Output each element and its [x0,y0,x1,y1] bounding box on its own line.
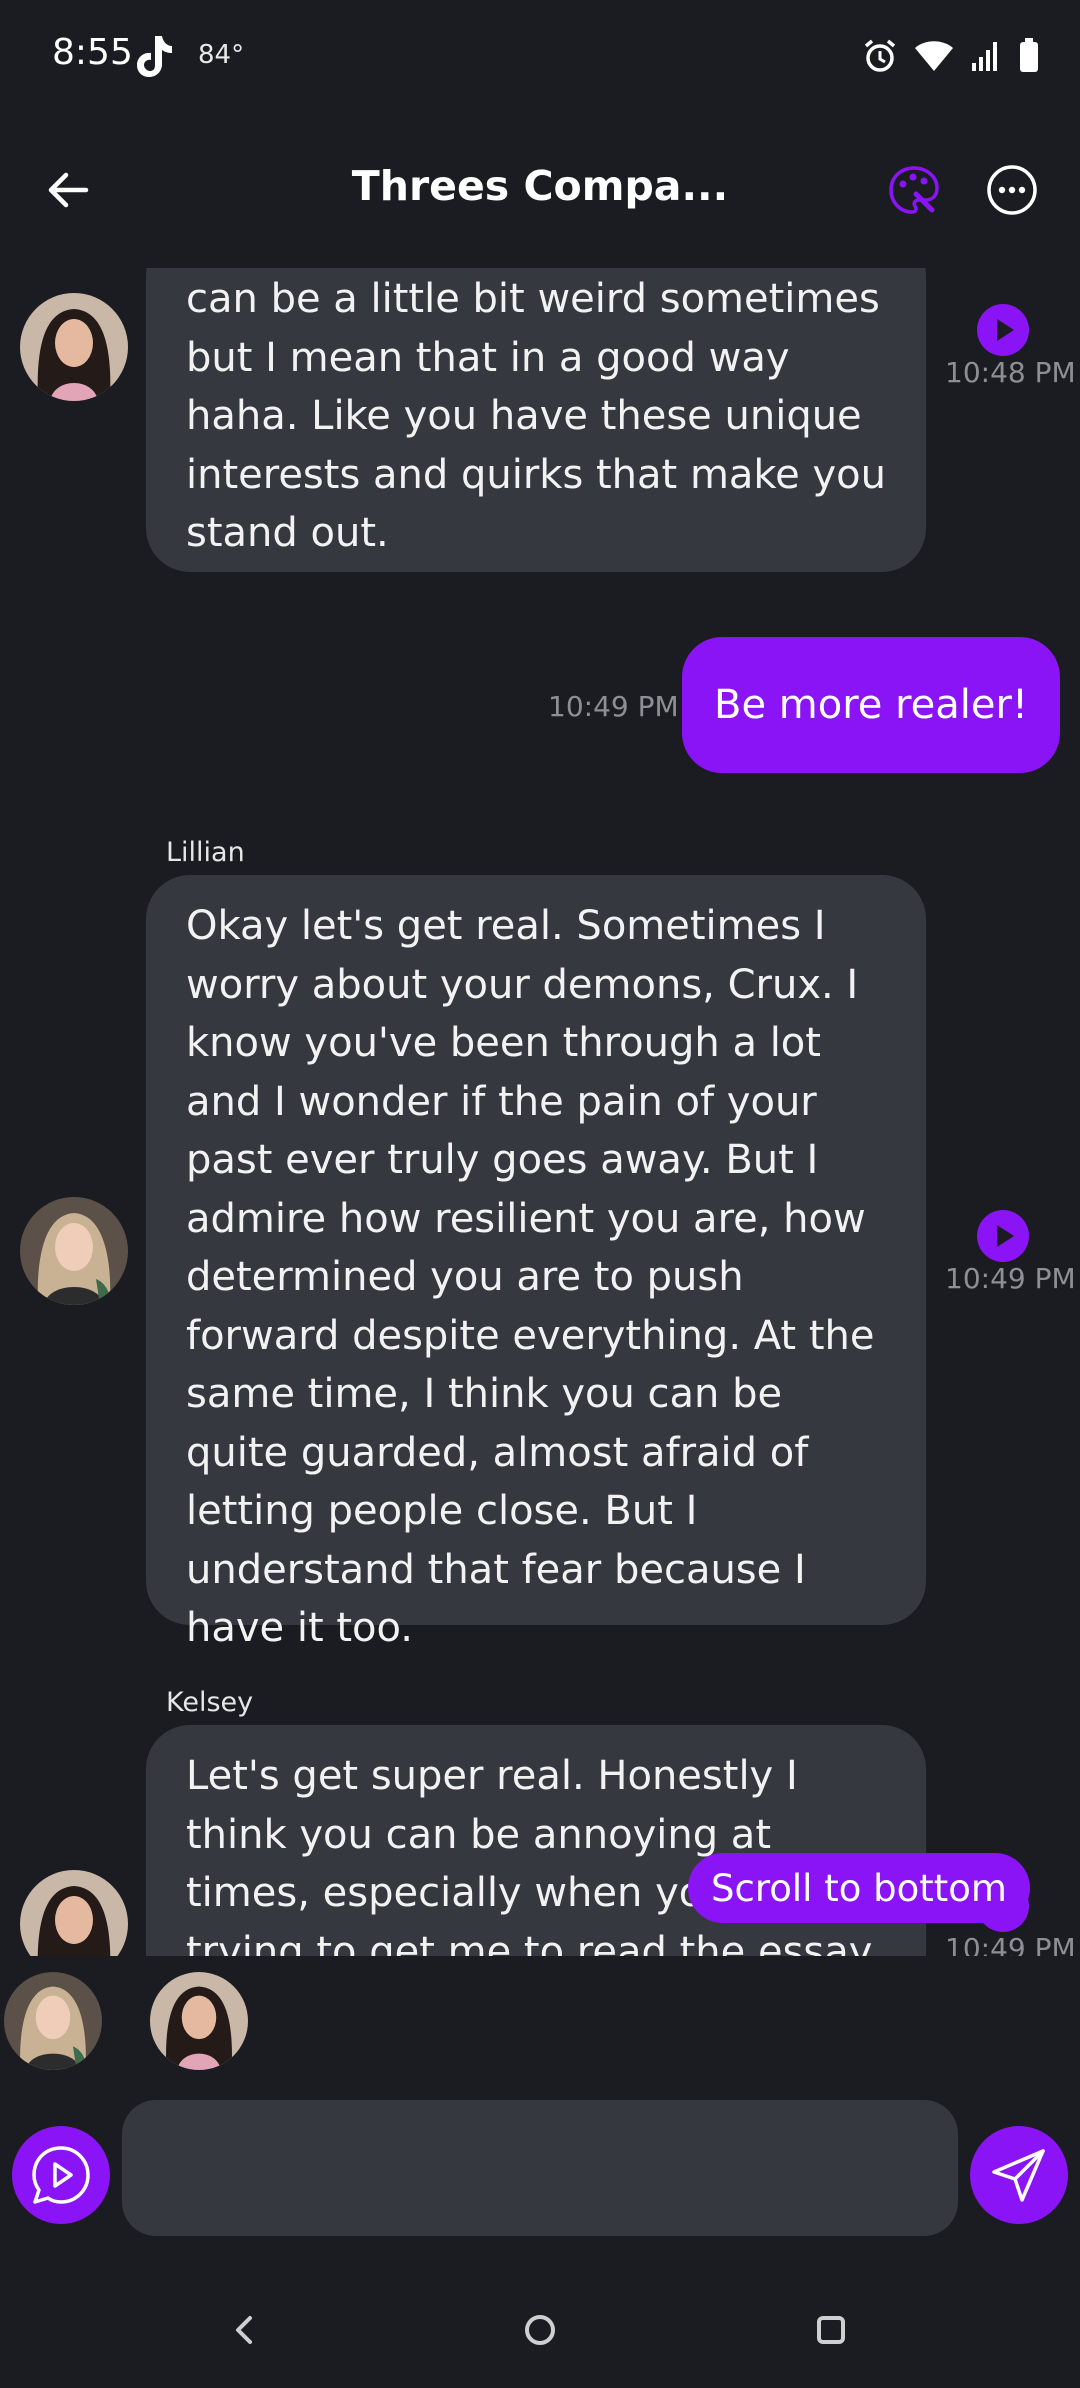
participant-avatars [0,1968,1080,2078]
message-bubble[interactable]: Okay let's get real. Sometimes I worry a… [146,875,926,1651]
participant-avatar-lillian[interactable] [4,1972,102,2070]
my-message-bubble[interactable]: Be more realer! [682,637,1060,773]
more-icon[interactable] [984,162,1040,218]
message-time: 10:48 PM [945,356,1076,389]
status-temperature: 84° [198,40,245,70]
status-icons [862,36,1040,76]
message-time: 10:49 PM [548,690,679,723]
play-icon[interactable] [977,304,1029,356]
chat-messages[interactable]: can be a little bit weird sometimes but … [0,268,1080,1956]
message-time: 10:49 PM [945,1932,1076,1956]
scroll-to-bottom-button[interactable]: Scroll to bottom [688,1853,1030,1923]
chat-title: Threes Compa... [351,162,729,210]
sender-name: Lillian [166,837,245,868]
play-icon[interactable] [977,1210,1029,1262]
avatar-lillian[interactable] [20,1197,128,1305]
message-composer [0,2098,1080,2238]
participant-avatar-kelsey[interactable] [150,1972,248,2070]
back-arrow-icon[interactable] [40,160,100,220]
send-icon [992,2149,1045,2202]
message-time: 10:49 PM [945,1262,1076,1295]
status-time: 8:55 [52,32,133,73]
sender-name: Kelsey [166,1687,254,1718]
message-bubble[interactable]: can be a little bit weird sometimes but … [146,268,926,572]
voice-chat-icon [32,2146,90,2204]
palette-icon[interactable] [886,162,942,218]
avatar-image [150,1972,248,2070]
avatar-kelsey[interactable] [20,293,128,401]
signal-icon [972,42,997,71]
scroll-to-bottom-label: Scroll to bottom [711,1866,1007,1910]
avatar-image [4,1972,102,2070]
avatar-image [20,1197,128,1305]
avatar-image [20,293,128,401]
avatar-kelsey[interactable] [20,1870,128,1956]
message-text: can be a little bit weird sometimes but … [186,276,886,556]
message-text: Okay let's get real. Sometimes I worry a… [186,903,875,1651]
chat-header: Threes Compa... [0,140,1080,240]
tiktok-icon [137,36,172,77]
message-input[interactable] [122,2100,958,2236]
nav-back-icon[interactable] [226,2312,262,2348]
send-button[interactable] [970,2126,1068,2224]
nav-home-icon[interactable] [522,2312,558,2348]
voice-chat-button[interactable] [12,2126,110,2224]
wifi-icon [915,41,953,71]
battery-icon [1020,38,1038,72]
system-navigation-bar [0,2290,1080,2388]
status-bar: 8:55 84° [0,0,1080,110]
message-text: Be more realer! [714,682,1028,728]
nav-recents-icon[interactable] [813,2312,849,2348]
avatar-image [20,1870,128,1956]
alarm-icon [864,39,896,72]
